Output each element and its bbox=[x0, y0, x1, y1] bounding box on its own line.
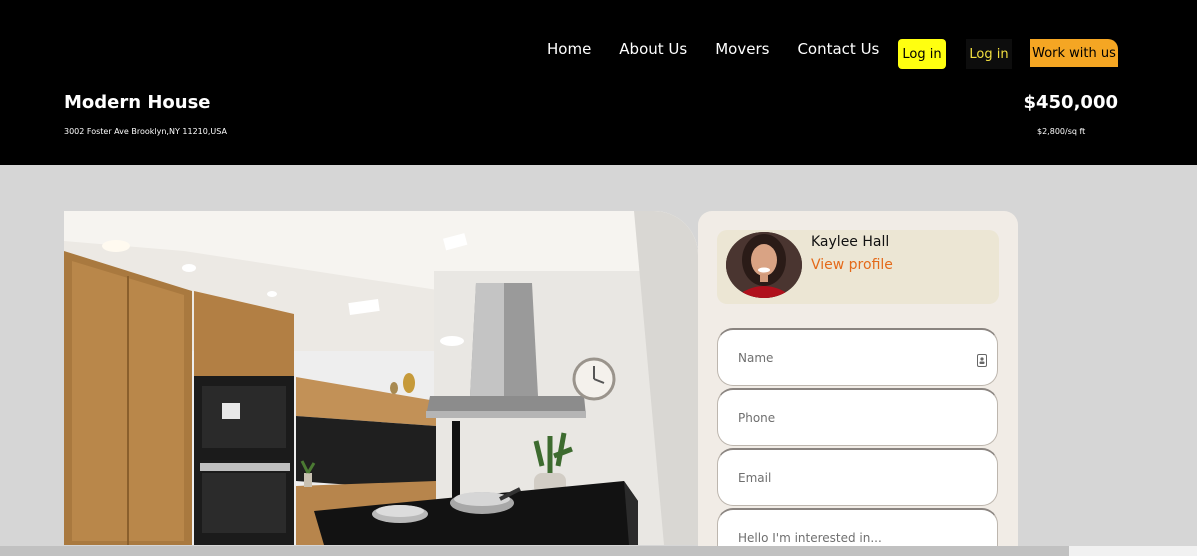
nav-about-link[interactable]: About Us bbox=[619, 40, 687, 58]
nav-movers-link[interactable]: Movers bbox=[715, 40, 769, 58]
agent-info: Kaylee Hall View profile bbox=[717, 230, 999, 304]
contact-card-icon bbox=[977, 352, 987, 367]
nav-contact-link[interactable]: Contact Us bbox=[797, 40, 879, 58]
main-nav: Home About Us Movers Contact Us bbox=[547, 40, 907, 58]
name-input[interactable] bbox=[718, 330, 997, 385]
site-header: Home About Us Movers Contact Us Log in L… bbox=[0, 0, 1197, 165]
scrollbar-thumb[interactable] bbox=[0, 546, 1069, 556]
nav-home-link[interactable]: Home bbox=[547, 40, 591, 58]
name-field-wrapper bbox=[717, 328, 998, 386]
agent-avatar[interactable] bbox=[726, 232, 802, 298]
horizontal-scrollbar[interactable] bbox=[0, 546, 1197, 556]
phone-input[interactable] bbox=[718, 390, 997, 445]
property-price: $450,000 bbox=[1023, 92, 1118, 113]
property-address: 3002 Foster Ave Brooklyn,NY 11210,USA bbox=[64, 127, 227, 136]
property-price-per-sqft: $2,800/sq ft bbox=[1037, 127, 1086, 136]
login-button-primary[interactable]: Log in bbox=[898, 39, 946, 69]
login-button-secondary[interactable]: Log in bbox=[966, 39, 1012, 69]
work-with-us-button[interactable]: Work with us bbox=[1030, 39, 1118, 67]
property-photo bbox=[64, 211, 698, 545]
phone-field-wrapper bbox=[717, 388, 998, 446]
email-field-wrapper bbox=[717, 448, 998, 506]
email-input[interactable] bbox=[718, 450, 997, 505]
property-title: Modern House bbox=[64, 92, 211, 113]
agent-name: Kaylee Hall bbox=[811, 234, 890, 250]
view-profile-link[interactable]: View profile bbox=[811, 257, 893, 273]
agent-contact-card: Kaylee Hall View profile bbox=[698, 211, 1018, 556]
